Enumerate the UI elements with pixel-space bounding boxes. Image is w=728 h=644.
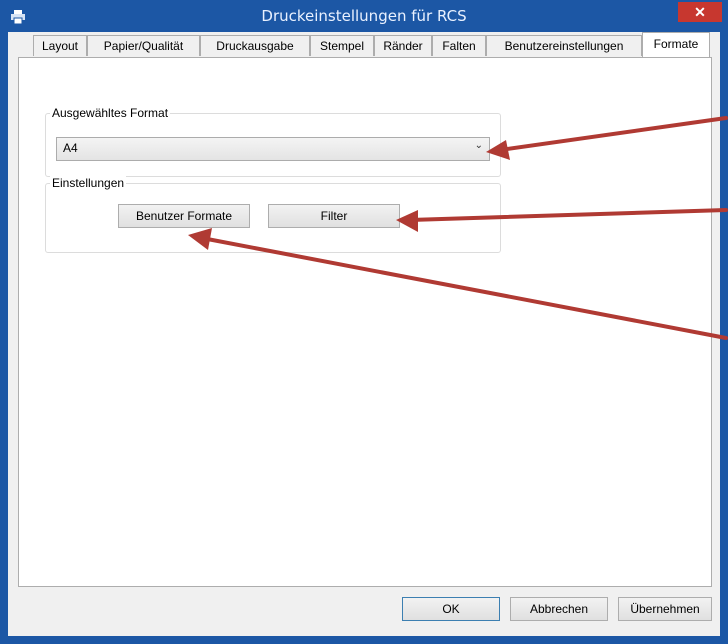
- custom-formats-button[interactable]: Benutzer Formate: [118, 204, 250, 228]
- tab-print-output[interactable]: Druckausgabe: [200, 35, 310, 56]
- chevron-down-icon: ⌄: [474, 140, 483, 151]
- tab-paper-quality[interactable]: Papier/Qualität: [87, 35, 200, 56]
- tab-folding[interactable]: Falten: [432, 35, 486, 56]
- formats-tab-panel: Ausgewähltes Format A4 ⌄ Einstellungen B…: [18, 57, 712, 587]
- selected-format-label: Ausgewähltes Format: [50, 106, 171, 120]
- window-title: Druckeinstellungen für RCS: [261, 7, 467, 25]
- selected-format-group: Ausgewähltes Format A4 ⌄: [45, 106, 501, 177]
- title-bar[interactable]: Druckeinstellungen für RCS ✕: [2, 2, 726, 32]
- cancel-button[interactable]: Abbrechen: [510, 597, 608, 621]
- tab-user-settings[interactable]: Benutzereinstellungen: [486, 35, 642, 56]
- filter-button[interactable]: Filter: [268, 204, 400, 228]
- format-dropdown-value: A4: [63, 141, 78, 155]
- tab-margins[interactable]: Ränder: [374, 35, 432, 56]
- close-button[interactable]: ✕: [678, 2, 722, 22]
- tab-stamp[interactable]: Stempel: [310, 35, 374, 56]
- tab-layout[interactable]: Layout: [33, 35, 87, 56]
- ok-button[interactable]: OK: [402, 597, 500, 621]
- apply-button[interactable]: Übernehmen: [618, 597, 712, 621]
- settings-group: Einstellungen Benutzer Formate Filter: [45, 176, 501, 253]
- format-dropdown[interactable]: A4 ⌄: [56, 137, 490, 161]
- settings-label: Einstellungen: [50, 176, 127, 190]
- tab-formats[interactable]: Formate: [642, 32, 710, 57]
